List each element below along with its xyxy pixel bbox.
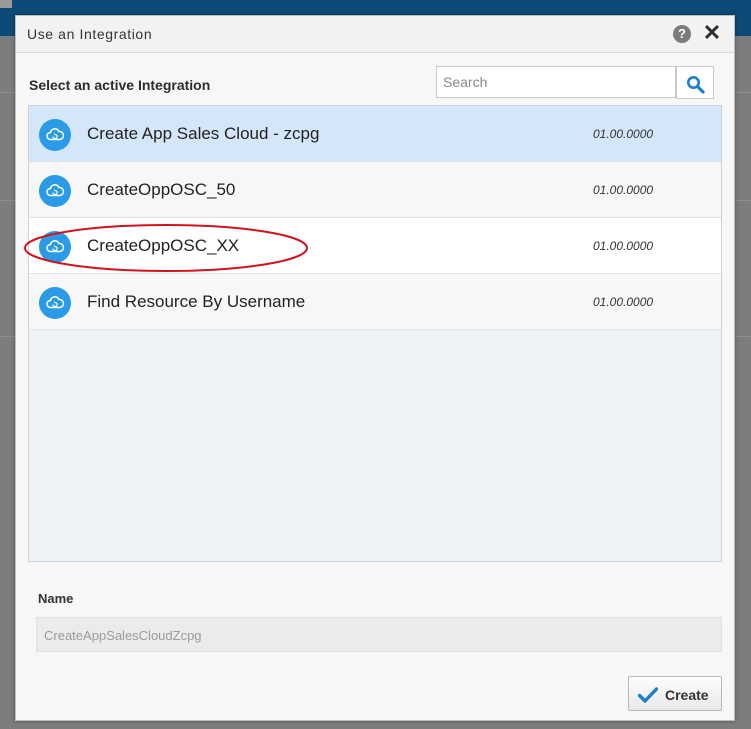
- divider: [736, 200, 751, 201]
- list-heading: Select an active Integration: [29, 77, 211, 93]
- cloud-refresh-icon: [39, 119, 71, 151]
- list-item[interactable]: CreateOppOSC_XX 01.00.0000: [29, 218, 721, 274]
- divider: [0, 336, 15, 337]
- integration-version: 01.00.0000: [593, 127, 654, 141]
- name-field: CreateAppSalesCloudZcpg: [36, 617, 722, 652]
- dialog-title: Use an Integration: [27, 26, 153, 42]
- create-button-label: Create: [665, 687, 709, 703]
- divider: [736, 336, 751, 337]
- app-tab-stub: [0, 0, 12, 8]
- integration-version: 01.00.0000: [593, 183, 654, 197]
- integration-version: 01.00.0000: [593, 239, 654, 253]
- cloud-refresh-icon: [39, 231, 71, 263]
- divider: [0, 92, 15, 93]
- list-item[interactable]: CreateOppOSC_50 01.00.0000: [29, 162, 721, 218]
- integration-name: Create App Sales Cloud - zcpg: [87, 124, 320, 143]
- divider: [0, 200, 15, 201]
- integration-list: Create App Sales Cloud - zcpg 01.00.0000…: [28, 105, 722, 562]
- integration-name: CreateOppOSC_50: [87, 180, 236, 199]
- name-label: Name: [38, 591, 74, 606]
- list-item[interactable]: Create App Sales Cloud - zcpg 01.00.0000: [29, 106, 721, 162]
- cloud-refresh-icon: [39, 175, 71, 207]
- use-integration-dialog: Use an Integration ? ✕ Select an active …: [15, 15, 735, 721]
- search-input[interactable]: [436, 66, 676, 98]
- checkmark-icon: [638, 687, 658, 703]
- list-item[interactable]: Find Resource By Username 01.00.0000: [29, 274, 721, 330]
- cloud-refresh-icon: [39, 287, 71, 319]
- integration-name: Find Resource By Username: [87, 292, 306, 311]
- dialog-titlebar: Use an Integration ? ✕: [16, 16, 734, 53]
- divider: [736, 92, 751, 93]
- search-button[interactable]: [676, 66, 714, 99]
- close-icon[interactable]: ✕: [702, 22, 722, 44]
- search-icon: [687, 76, 705, 94]
- help-icon[interactable]: ?: [673, 25, 691, 43]
- integration-name: CreateOppOSC_XX: [87, 236, 240, 255]
- integration-version: 01.00.0000: [593, 295, 654, 309]
- create-button[interactable]: Create: [628, 676, 722, 711]
